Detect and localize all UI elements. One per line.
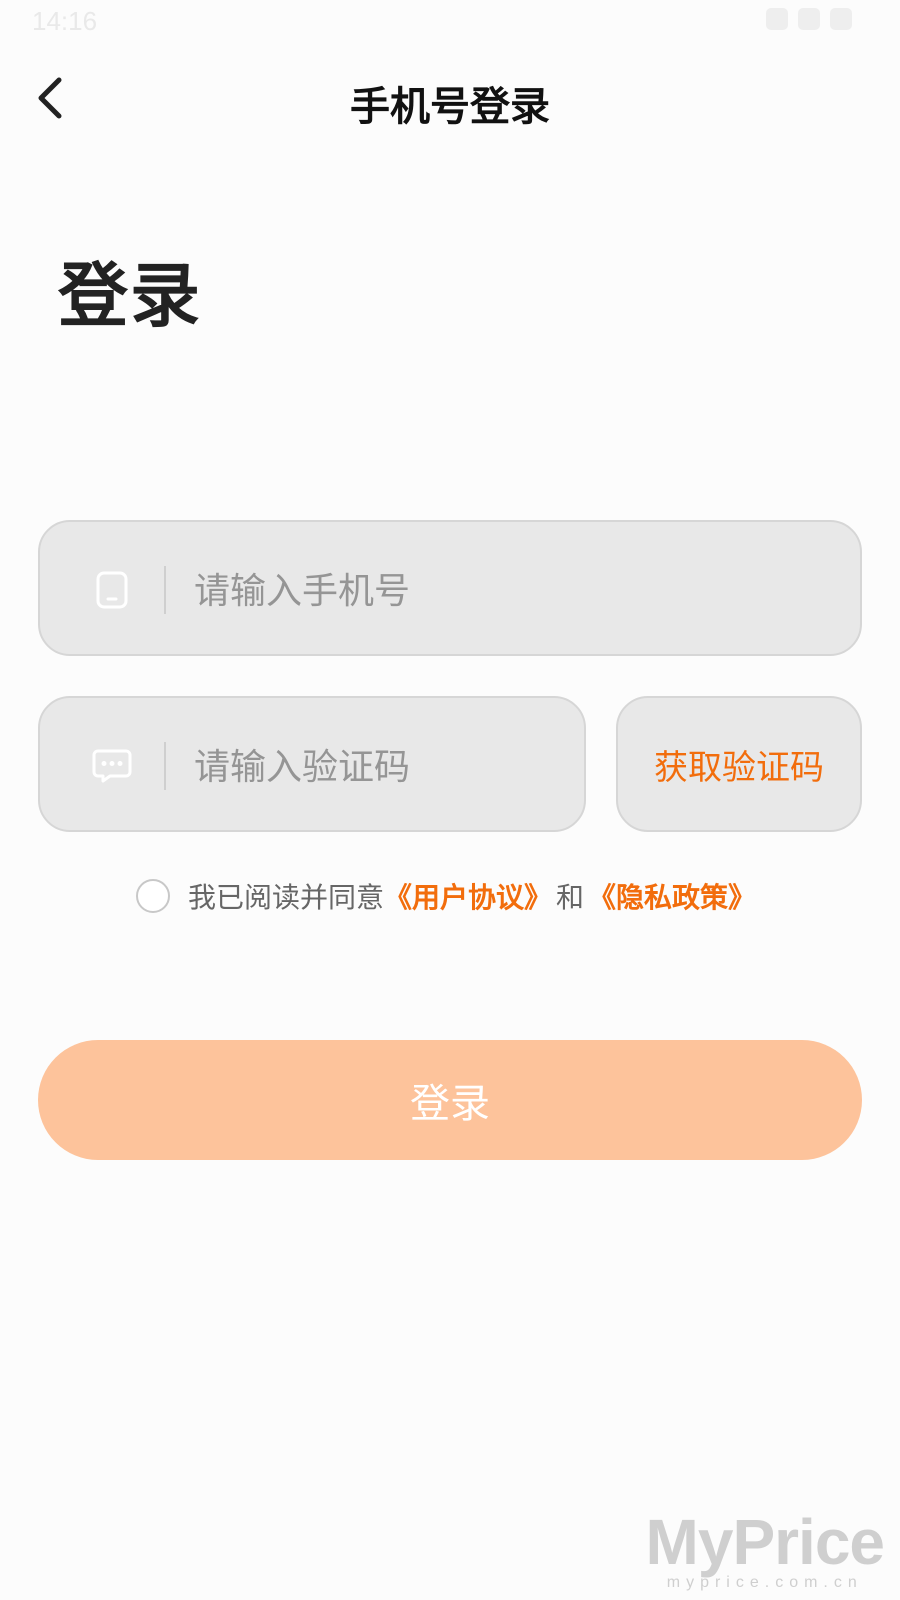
user-agreement-link[interactable]: 《用户协议》 [384,876,552,916]
watermark: MyPrice myprice.com.cn [645,1506,885,1592]
page-title: 登录 [58,255,202,337]
code-field[interactable] [38,696,586,832]
watermark-sub: myprice.com.cn [666,1574,863,1591]
code-input[interactable] [192,738,556,796]
agreement-and: 和 [556,881,585,914]
battery-icon [830,8,852,30]
get-code-button[interactable]: 获取验证码 [616,696,862,832]
status-time: 14:16 [32,6,98,36]
nav-bar: 手机号登录 [0,60,900,140]
agree-checkbox[interactable] [136,879,170,913]
agreement-row: 我已阅读并同意 《用户协议》 和 《隐私政策》 [136,876,756,916]
status-bar: 14:16 [0,0,900,44]
watermark-logo: MyPrice [645,1506,885,1578]
phone-input[interactable] [192,562,796,620]
wifi-icon [766,8,788,30]
field-divider [164,566,166,614]
login-screen: 14:16 手机号登录 登录 请输入手机号 请输入验证码 获取验证码 我已阅读并… [0,0,900,1600]
agreement-prefix: 我已阅读并同意 [188,881,385,914]
privacy-policy-link[interactable]: 《隐私政策》 [588,876,756,916]
nav-title: 手机号登录 [350,84,550,130]
login-button[interactable]: 登录 [38,1040,862,1160]
message-icon [92,746,132,786]
phone-field[interactable] [38,520,862,656]
phone-icon [92,570,132,610]
status-icons [766,8,852,30]
signal-icon [798,8,820,30]
field-divider [164,742,166,790]
